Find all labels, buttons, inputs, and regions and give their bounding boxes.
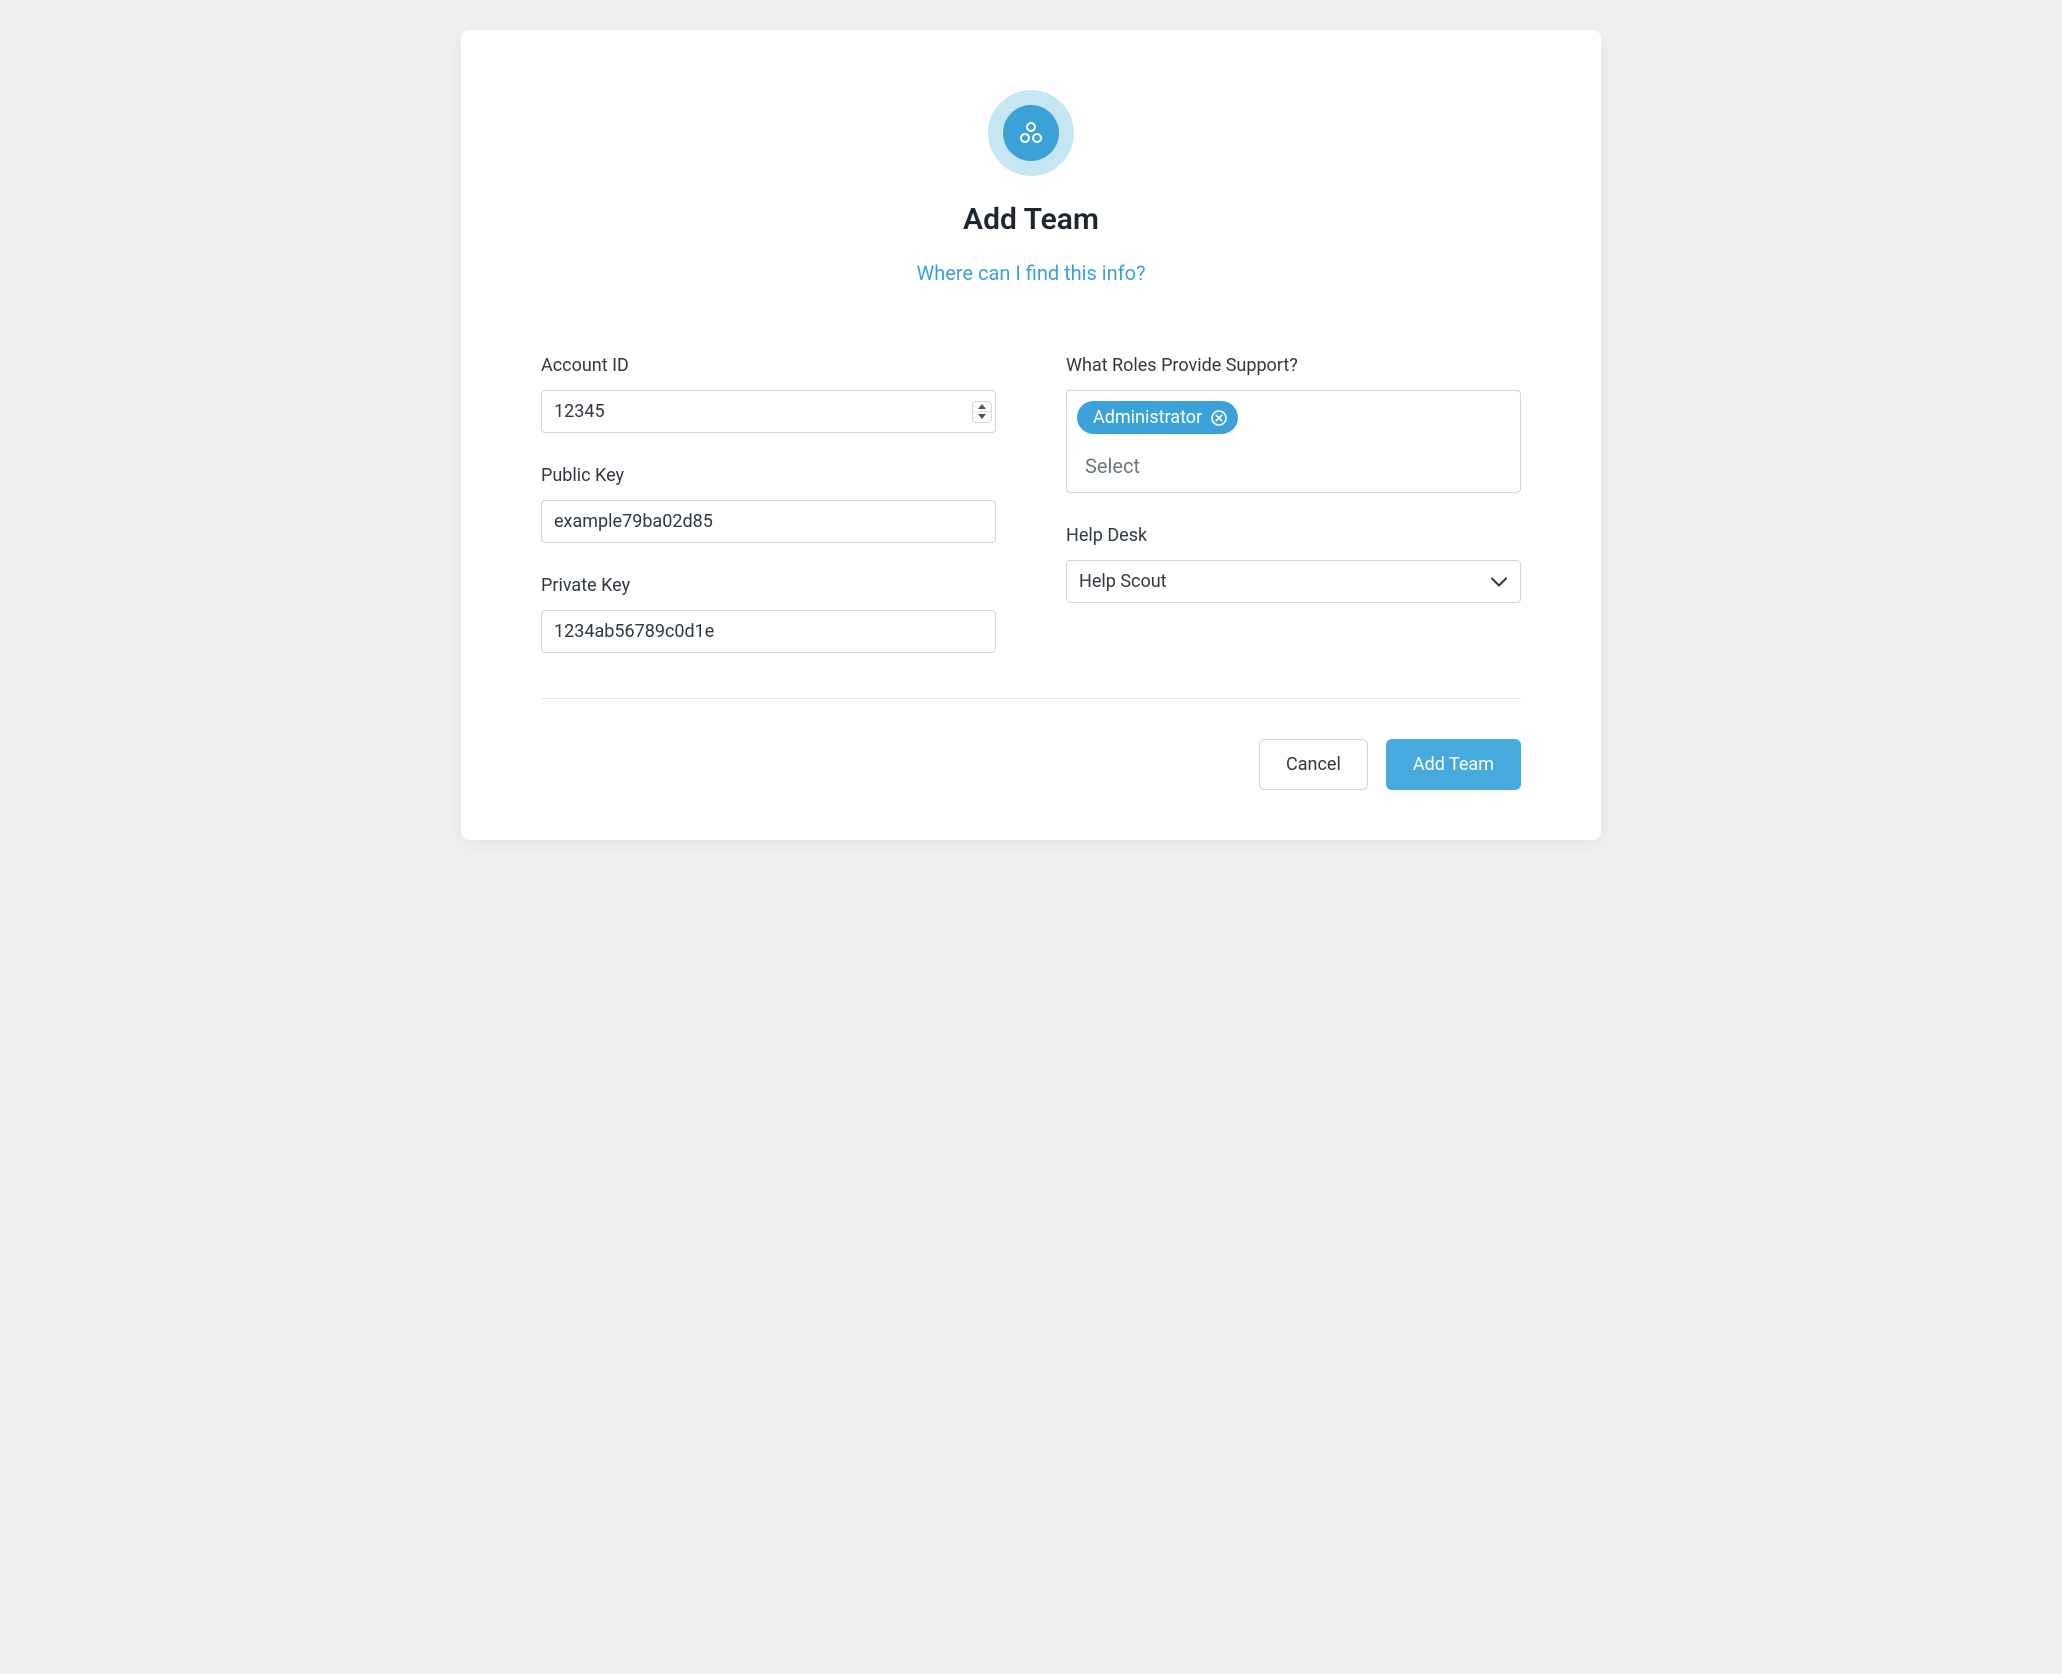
public-key-input[interactable] — [541, 500, 996, 543]
modal-header: Add Team Where can I find this info? — [541, 90, 1521, 285]
private-key-label: Private Key — [541, 575, 996, 596]
help-info-link[interactable]: Where can I find this info? — [916, 261, 1145, 285]
form-body: Account ID Public Key — [541, 355, 1521, 698]
account-id-field-wrapper — [541, 390, 996, 433]
private-key-group: Private Key — [541, 575, 996, 653]
help-desk-label: Help Desk — [1066, 525, 1521, 546]
account-id-input[interactable] — [541, 390, 996, 433]
right-column: What Roles Provide Support? Administrato… — [1066, 355, 1521, 653]
private-key-input[interactable] — [541, 610, 996, 653]
role-tag-label: Administrator — [1093, 407, 1202, 428]
stepper-up-icon[interactable] — [973, 402, 991, 412]
account-id-group: Account ID — [541, 355, 996, 433]
role-tag-administrator: Administrator — [1077, 401, 1238, 434]
stepper-down-icon[interactable] — [973, 412, 991, 422]
add-team-modal: Add Team Where can I find this info? Acc… — [461, 30, 1601, 840]
cancel-button[interactable]: Cancel — [1259, 739, 1368, 790]
team-icon-badge — [988, 90, 1074, 176]
number-spinner — [972, 401, 992, 423]
help-desk-select-wrap: Help Scout — [1066, 560, 1521, 603]
add-team-button[interactable]: Add Team — [1386, 739, 1521, 790]
public-key-group: Public Key — [541, 465, 996, 543]
left-column: Account ID Public Key — [541, 355, 996, 653]
help-desk-select[interactable]: Help Scout — [1066, 560, 1521, 603]
roles-select-input[interactable] — [1077, 440, 1510, 488]
public-key-label: Public Key — [541, 465, 996, 486]
modal-title: Add Team — [541, 202, 1521, 237]
modal-footer: Cancel Add Team — [541, 698, 1521, 790]
account-id-label: Account ID — [541, 355, 996, 376]
remove-tag-icon[interactable] — [1210, 409, 1228, 427]
help-desk-group: Help Desk Help Scout — [1066, 525, 1521, 603]
roles-group: What Roles Provide Support? Administrato… — [1066, 355, 1521, 493]
roles-tag-input[interactable]: Administrator — [1066, 390, 1521, 493]
roles-label: What Roles Provide Support? — [1066, 355, 1521, 376]
team-icon — [1003, 105, 1059, 161]
